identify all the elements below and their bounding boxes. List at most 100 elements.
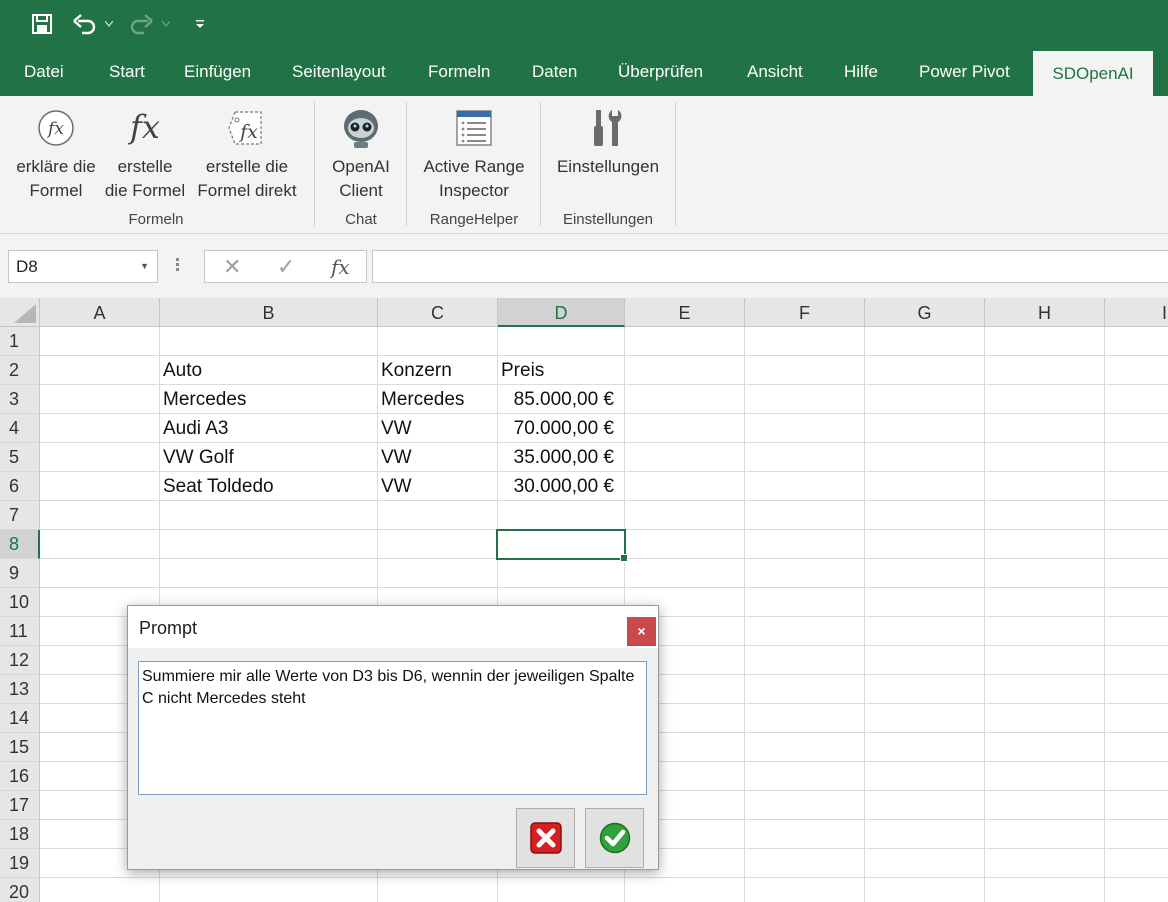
formula-buttons: ✕ ✓ fx xyxy=(204,250,367,283)
dialog-title: Prompt xyxy=(139,618,198,638)
cell-b4[interactable]: Audi A3 xyxy=(163,414,373,443)
explain-formula-label: erkläre die Formel xyxy=(16,157,96,200)
row-header-5[interactable]: 5 xyxy=(0,443,40,472)
save-icon[interactable] xyxy=(28,10,56,38)
row-header-10[interactable]: 10 xyxy=(0,588,40,617)
formula-bar: D8 ▼ ✕ ✓ fx xyxy=(0,234,1168,298)
cell-d4[interactable]: 70.000,00 € xyxy=(498,414,624,443)
column-header-e[interactable]: E xyxy=(625,298,745,327)
cell-b5[interactable]: VW Golf xyxy=(163,443,373,472)
cell-d2[interactable]: Preis xyxy=(501,356,621,385)
row-header-17[interactable]: 17 xyxy=(0,791,40,820)
name-box[interactable]: D8 ▼ xyxy=(8,250,158,283)
column-header-h[interactable]: H xyxy=(985,298,1105,327)
name-box-value: D8 xyxy=(16,257,38,276)
create-formula-direct-button[interactable]: fx erstelle die Formel direkt xyxy=(192,96,302,206)
row-header-18[interactable]: 18 xyxy=(0,820,40,849)
tab-seitenlayout[interactable]: Seitenlayout xyxy=(292,48,386,96)
column-header-g[interactable]: G xyxy=(865,298,985,327)
row-header-3[interactable]: 3 xyxy=(0,385,40,414)
row-header-14[interactable]: 14 xyxy=(0,704,40,733)
tab-power-pivot[interactable]: Power Pivot xyxy=(919,48,1010,96)
row-header-16[interactable]: 16 xyxy=(0,762,40,791)
cancel-button[interactable] xyxy=(516,808,575,868)
cancel-formula-icon[interactable]: ✕ xyxy=(223,254,241,280)
tab-daten[interactable]: Daten xyxy=(532,48,577,96)
create-formula-label: erstelle die Formel xyxy=(104,157,186,200)
row-header-8[interactable]: 8 xyxy=(0,530,40,559)
ribbon: fx erkläre die Formel fx erstelle die Fo… xyxy=(0,96,1168,234)
row-header-19[interactable]: 19 xyxy=(0,849,40,878)
cell-d5[interactable]: 35.000,00 € xyxy=(498,443,624,472)
row-header-4[interactable]: 4 xyxy=(0,414,40,443)
group-label-chat: Chat xyxy=(345,211,377,228)
openai-client-button[interactable]: OpenAI Client xyxy=(318,96,404,206)
cell-b3[interactable]: Mercedes xyxy=(163,385,373,414)
tab-ansicht[interactable]: Ansicht xyxy=(747,48,803,96)
tab-ueberpruefen[interactable]: Überprüfen xyxy=(618,48,703,96)
cell-c4[interactable]: VW xyxy=(381,414,493,443)
list-window-icon xyxy=(412,106,536,150)
cell-b2[interactable]: Auto xyxy=(163,356,373,385)
ok-button[interactable] xyxy=(585,808,644,868)
tab-sdopenai[interactable]: SDOpenAI xyxy=(1033,51,1153,96)
grid-line xyxy=(40,587,1168,588)
redo-dropdown-icon xyxy=(160,10,172,38)
column-header-i[interactable]: I xyxy=(1105,298,1168,327)
row-header-6[interactable]: 6 xyxy=(0,472,40,501)
group-separator xyxy=(540,102,541,226)
green-check-icon xyxy=(599,822,630,854)
prompt-textarea[interactable]: Summiere mir alle Werte von D3 bis D6, w… xyxy=(138,661,647,795)
cell-c3[interactable]: Mercedes xyxy=(381,385,493,414)
close-icon[interactable]: × xyxy=(627,617,656,646)
cell-d3[interactable]: 85.000,00 € xyxy=(498,385,624,414)
row-header-11[interactable]: 11 xyxy=(0,617,40,646)
row-header-1[interactable]: 1 xyxy=(0,327,40,356)
robot-icon xyxy=(318,106,404,150)
customize-toolbar-icon[interactable] xyxy=(192,10,208,38)
insert-function-icon[interactable]: fx xyxy=(331,255,350,279)
cell-c6[interactable]: VW xyxy=(381,472,493,501)
group-label-formeln: Formeln xyxy=(128,211,184,228)
group-label-rangehelper: RangeHelper xyxy=(429,211,519,228)
active-range-inspector-button[interactable]: Active Range Inspector xyxy=(412,96,536,206)
row-header-13[interactable]: 13 xyxy=(0,675,40,704)
settings-button[interactable]: Einstellungen xyxy=(548,96,668,206)
row-header-9[interactable]: 9 xyxy=(0,559,40,588)
cell-c2[interactable]: Konzern xyxy=(381,356,493,385)
column-header-f[interactable]: F xyxy=(745,298,865,327)
explain-formula-button[interactable]: fx erkläre die Formel xyxy=(10,96,102,206)
dialog-title-bar[interactable]: Prompt × xyxy=(128,606,658,648)
column-header-c[interactable]: C xyxy=(378,298,498,327)
column-header-d[interactable]: D xyxy=(498,298,625,327)
row-header-15[interactable]: 15 xyxy=(0,733,40,762)
row-header-20[interactable]: 20 xyxy=(0,878,40,902)
undo-icon[interactable] xyxy=(70,10,100,38)
tab-hilfe[interactable]: Hilfe xyxy=(844,48,878,96)
tab-formeln[interactable]: Formeln xyxy=(428,48,490,96)
create-formula-button[interactable]: fx erstelle die Formel xyxy=(100,96,190,206)
cell-d6[interactable]: 30.000,00 € xyxy=(498,472,624,501)
tab-start[interactable]: Start xyxy=(109,48,145,96)
undo-dropdown-icon[interactable] xyxy=(103,10,115,38)
row-header-7[interactable]: 7 xyxy=(0,501,40,530)
group-separator xyxy=(675,102,676,226)
svg-text:fx: fx xyxy=(128,108,160,146)
formula-input[interactable] xyxy=(372,250,1168,283)
row-header-2[interactable]: 2 xyxy=(0,356,40,385)
cell-c5[interactable]: VW xyxy=(381,443,493,472)
name-box-dropdown-icon[interactable]: ▼ xyxy=(140,251,149,282)
active-cell-d8[interactable] xyxy=(496,529,628,562)
column-header-b[interactable]: B xyxy=(160,298,378,327)
prompt-dialog: Prompt × Summiere mir alle Werte von D3 … xyxy=(127,605,659,870)
cell-b6[interactable]: Seat Toldedo xyxy=(163,472,373,501)
fx-icon: fx xyxy=(100,106,190,150)
drag-handle-icon[interactable] xyxy=(176,256,182,273)
column-header-a[interactable]: A xyxy=(40,298,160,327)
row-header-12[interactable]: 12 xyxy=(0,646,40,675)
select-all-corner[interactable] xyxy=(0,298,40,327)
tab-datei[interactable]: Datei xyxy=(24,48,64,96)
red-x-icon xyxy=(529,822,562,854)
enter-formula-icon[interactable]: ✓ xyxy=(277,254,295,280)
tab-einfuegen[interactable]: Einfügen xyxy=(184,48,251,96)
